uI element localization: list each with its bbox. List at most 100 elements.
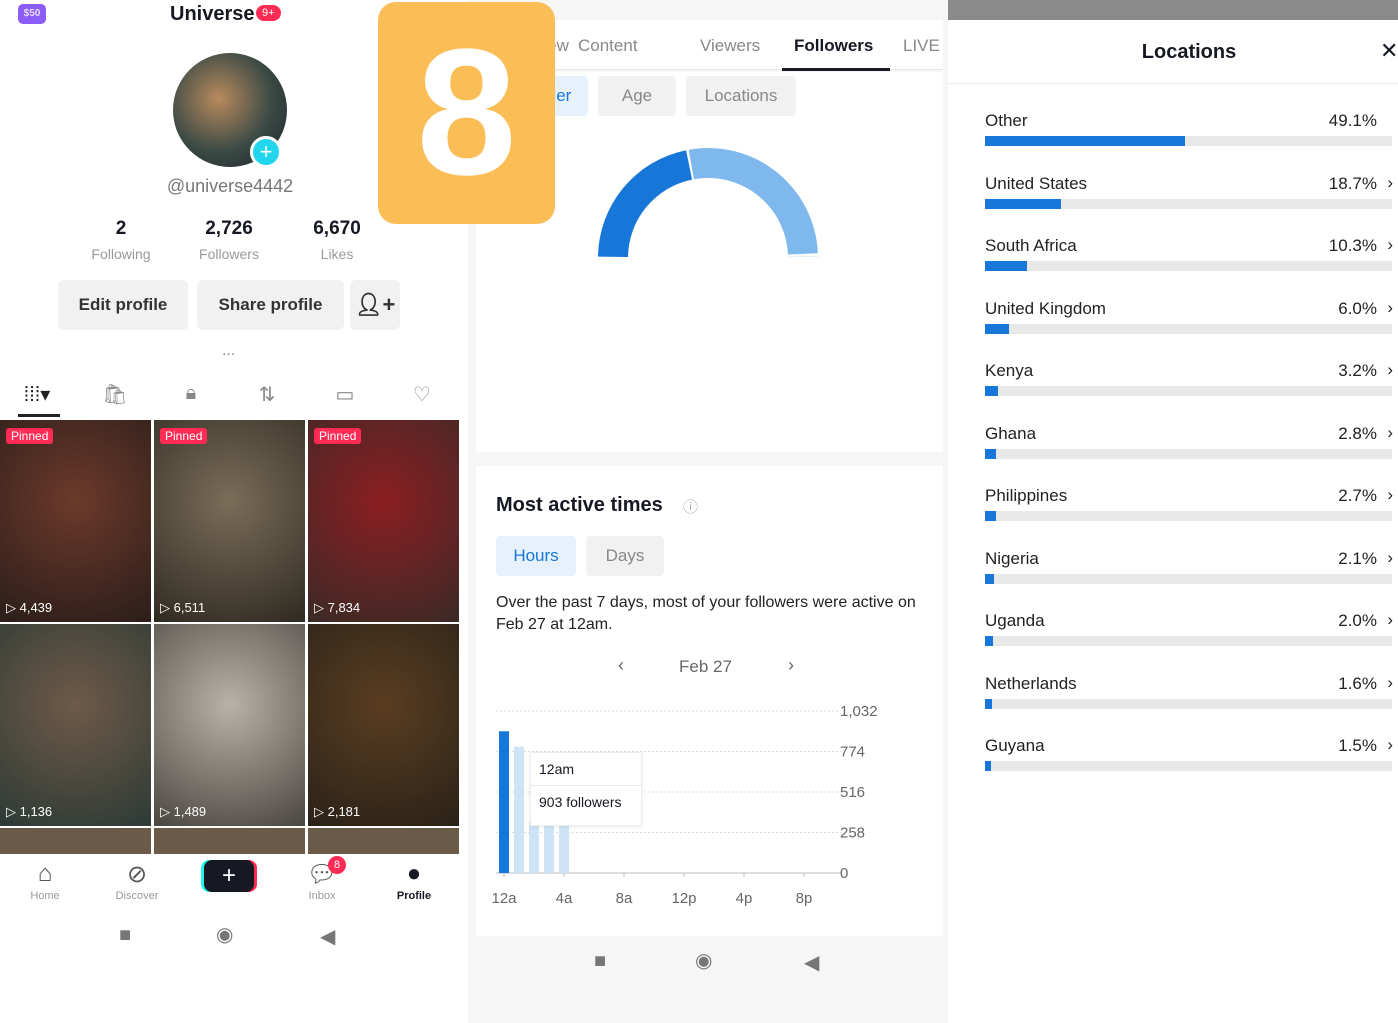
coin-badge[interactable]: $50 (18, 4, 46, 24)
chevron-right-icon: › (1387, 172, 1393, 192)
add-friend-icon[interactable]: 👤︎+ (350, 280, 400, 330)
recents-button[interactable]: ■ (119, 924, 131, 947)
followers-label: Followers (199, 246, 259, 262)
person-icon: ● (406, 860, 422, 887)
video-thumbnail[interactable]: Pinned ▷ 4,439 (0, 420, 151, 622)
location-bar-fill (985, 386, 999, 396)
video-thumbnail[interactable]: ▷ 2,181 (308, 624, 459, 826)
add-avatar-icon[interactable]: + (250, 136, 282, 168)
info-icon[interactable]: ⓘ (683, 496, 698, 517)
compass-icon: ⊘ (126, 861, 148, 888)
video-grid: Pinned ▷ 4,439 Pinned ▷ 6,511 Pinned ▷ 7,834 ▷… (0, 420, 460, 854)
location-row[interactable]: Other 49.1% (985, 111, 1395, 173)
location-row[interactable]: Uganda 2.0% › (985, 610, 1395, 673)
location-row[interactable]: United States 18.7% › (985, 172, 1395, 236)
home-system-button[interactable]: ◉ (216, 922, 233, 947)
donut-slice-female[interactable] (688, 148, 818, 255)
bar-hour-0[interactable] (499, 731, 509, 873)
bar-hour-3[interactable] (544, 822, 554, 873)
nav-profile[interactable]: ● Profile (369, 860, 459, 902)
create-button[interactable]: + (204, 860, 254, 892)
bar-hour-4[interactable] (559, 822, 569, 873)
back-button[interactable]: ◀ (320, 924, 335, 949)
view-count-value: 2,181 (327, 804, 361, 819)
location-row[interactable]: Kenya 3.2% › (985, 360, 1395, 423)
location-row[interactable]: Nigeria 2.1% › (985, 547, 1395, 611)
stat-followers[interactable]: 2,726 Followers (174, 218, 284, 262)
video-thumbnail[interactable]: ▷ 1,489 (154, 624, 305, 826)
view-count: ▷ 2,181 (314, 804, 361, 819)
hours-toggle[interactable]: Hours (496, 536, 576, 576)
location-bar-fill (985, 323, 1010, 334)
donut-slice-male[interactable] (598, 150, 693, 258)
view-count: ▷ 1,489 (160, 804, 207, 819)
location-name: Ghana (985, 423, 1037, 443)
video-thumbnail[interactable]: Pinned ▷ 6,511 (154, 420, 305, 622)
stat-likes[interactable]: 6,670 Likes (282, 218, 392, 262)
location-bar-track (985, 261, 1392, 271)
bar-hour-2[interactable] (529, 822, 539, 873)
location-row[interactable]: Ghana 2.8% › (985, 423, 1395, 486)
video-thumbnail[interactable] (308, 828, 459, 854)
view-count: ▷ 7,834 (314, 600, 361, 615)
grid-videos-icon[interactable]: ⁞⁞⁞▾ (22, 382, 52, 410)
y-tick-label: 0 (840, 865, 848, 882)
repost-icon[interactable]: ⇅ (252, 382, 282, 410)
back-button[interactable]: ◀ (804, 950, 819, 975)
bar-hour-1[interactable] (514, 746, 524, 873)
video-thumbnail[interactable] (0, 828, 151, 854)
video-thumbnail[interactable]: ▷ 1,136 (0, 624, 151, 826)
tooltip-time: 12am (531, 753, 641, 786)
active-tab-indicator (782, 68, 890, 71)
location-row[interactable]: United Kingdom 6.0% › (985, 298, 1395, 361)
days-toggle[interactable]: Days (586, 536, 664, 576)
next-date-icon[interactable]: › (788, 655, 794, 676)
pinned-badge: Pinned (314, 428, 362, 444)
chevron-right-icon: › (1387, 547, 1393, 567)
location-name: Guyana (985, 736, 1045, 755)
location-percent: 2.0% (1338, 611, 1377, 630)
location-row[interactable]: Guyana 1.5% › (985, 735, 1395, 798)
subtab-age[interactable]: Age (598, 76, 676, 116)
tab-live[interactable]: LIVE (903, 36, 940, 56)
video-thumbnail[interactable] (154, 828, 305, 854)
more-dots[interactable]: ... (222, 342, 235, 360)
donut-slice-other[interactable] (787, 255, 818, 258)
recents-button[interactable]: ■ (594, 950, 606, 973)
location-bar-fill (985, 761, 992, 771)
video-thumbnail[interactable]: Pinned ▷ 7,834 (308, 420, 459, 622)
location-row[interactable]: Philippines 2.7% › (985, 485, 1395, 548)
location-bar-track (985, 636, 1392, 646)
following-label: Following (91, 246, 151, 262)
subtab-locations[interactable]: Locations (686, 76, 796, 116)
share-profile-button[interactable]: Share profile (197, 280, 344, 330)
nav-label: Inbox (308, 890, 336, 902)
location-name: Netherlands (985, 673, 1077, 693)
location-bar-fill (985, 261, 1027, 271)
location-name: United States (985, 173, 1088, 193)
nav-inbox[interactable]: 💬︎ Inbox (277, 860, 367, 902)
view-count-value: 6,511 (173, 600, 206, 615)
close-icon[interactable]: ✕ (1380, 38, 1398, 64)
nav-home[interactable]: ⌂ Home (0, 860, 90, 902)
location-row[interactable]: South Africa 10.3% › (985, 235, 1395, 298)
home-system-button[interactable]: ◉ (695, 948, 712, 973)
prev-date-icon[interactable]: ‹ (618, 655, 624, 676)
liked-icon[interactable]: ♡ (407, 382, 437, 410)
location-percent: 3.2% (1338, 361, 1377, 380)
location-row[interactable]: Netherlands 1.6% › (985, 672, 1395, 736)
nav-discover[interactable]: ⊘ Discover (92, 860, 182, 902)
stat-following[interactable]: 2 Following (66, 218, 176, 262)
tab-content[interactable]: Content (578, 36, 638, 56)
tab-viewers[interactable]: Viewers (700, 36, 760, 56)
edit-profile-button[interactable]: Edit profile (58, 280, 188, 330)
tab-followers[interactable]: Followers (794, 36, 873, 56)
lock-icon[interactable]: 🔒︎ (176, 382, 206, 410)
favorites-icon[interactable]: ▭ (330, 382, 360, 410)
chevron-right-icon: › (1387, 360, 1393, 379)
x-tick-label: 12p (671, 890, 696, 907)
location-bar-fill (985, 511, 996, 521)
shop-bag-icon[interactable]: 🛍︎ (100, 382, 130, 410)
chevron-right-icon: › (1387, 672, 1393, 692)
profile-title[interactable]: Universe (170, 3, 255, 26)
